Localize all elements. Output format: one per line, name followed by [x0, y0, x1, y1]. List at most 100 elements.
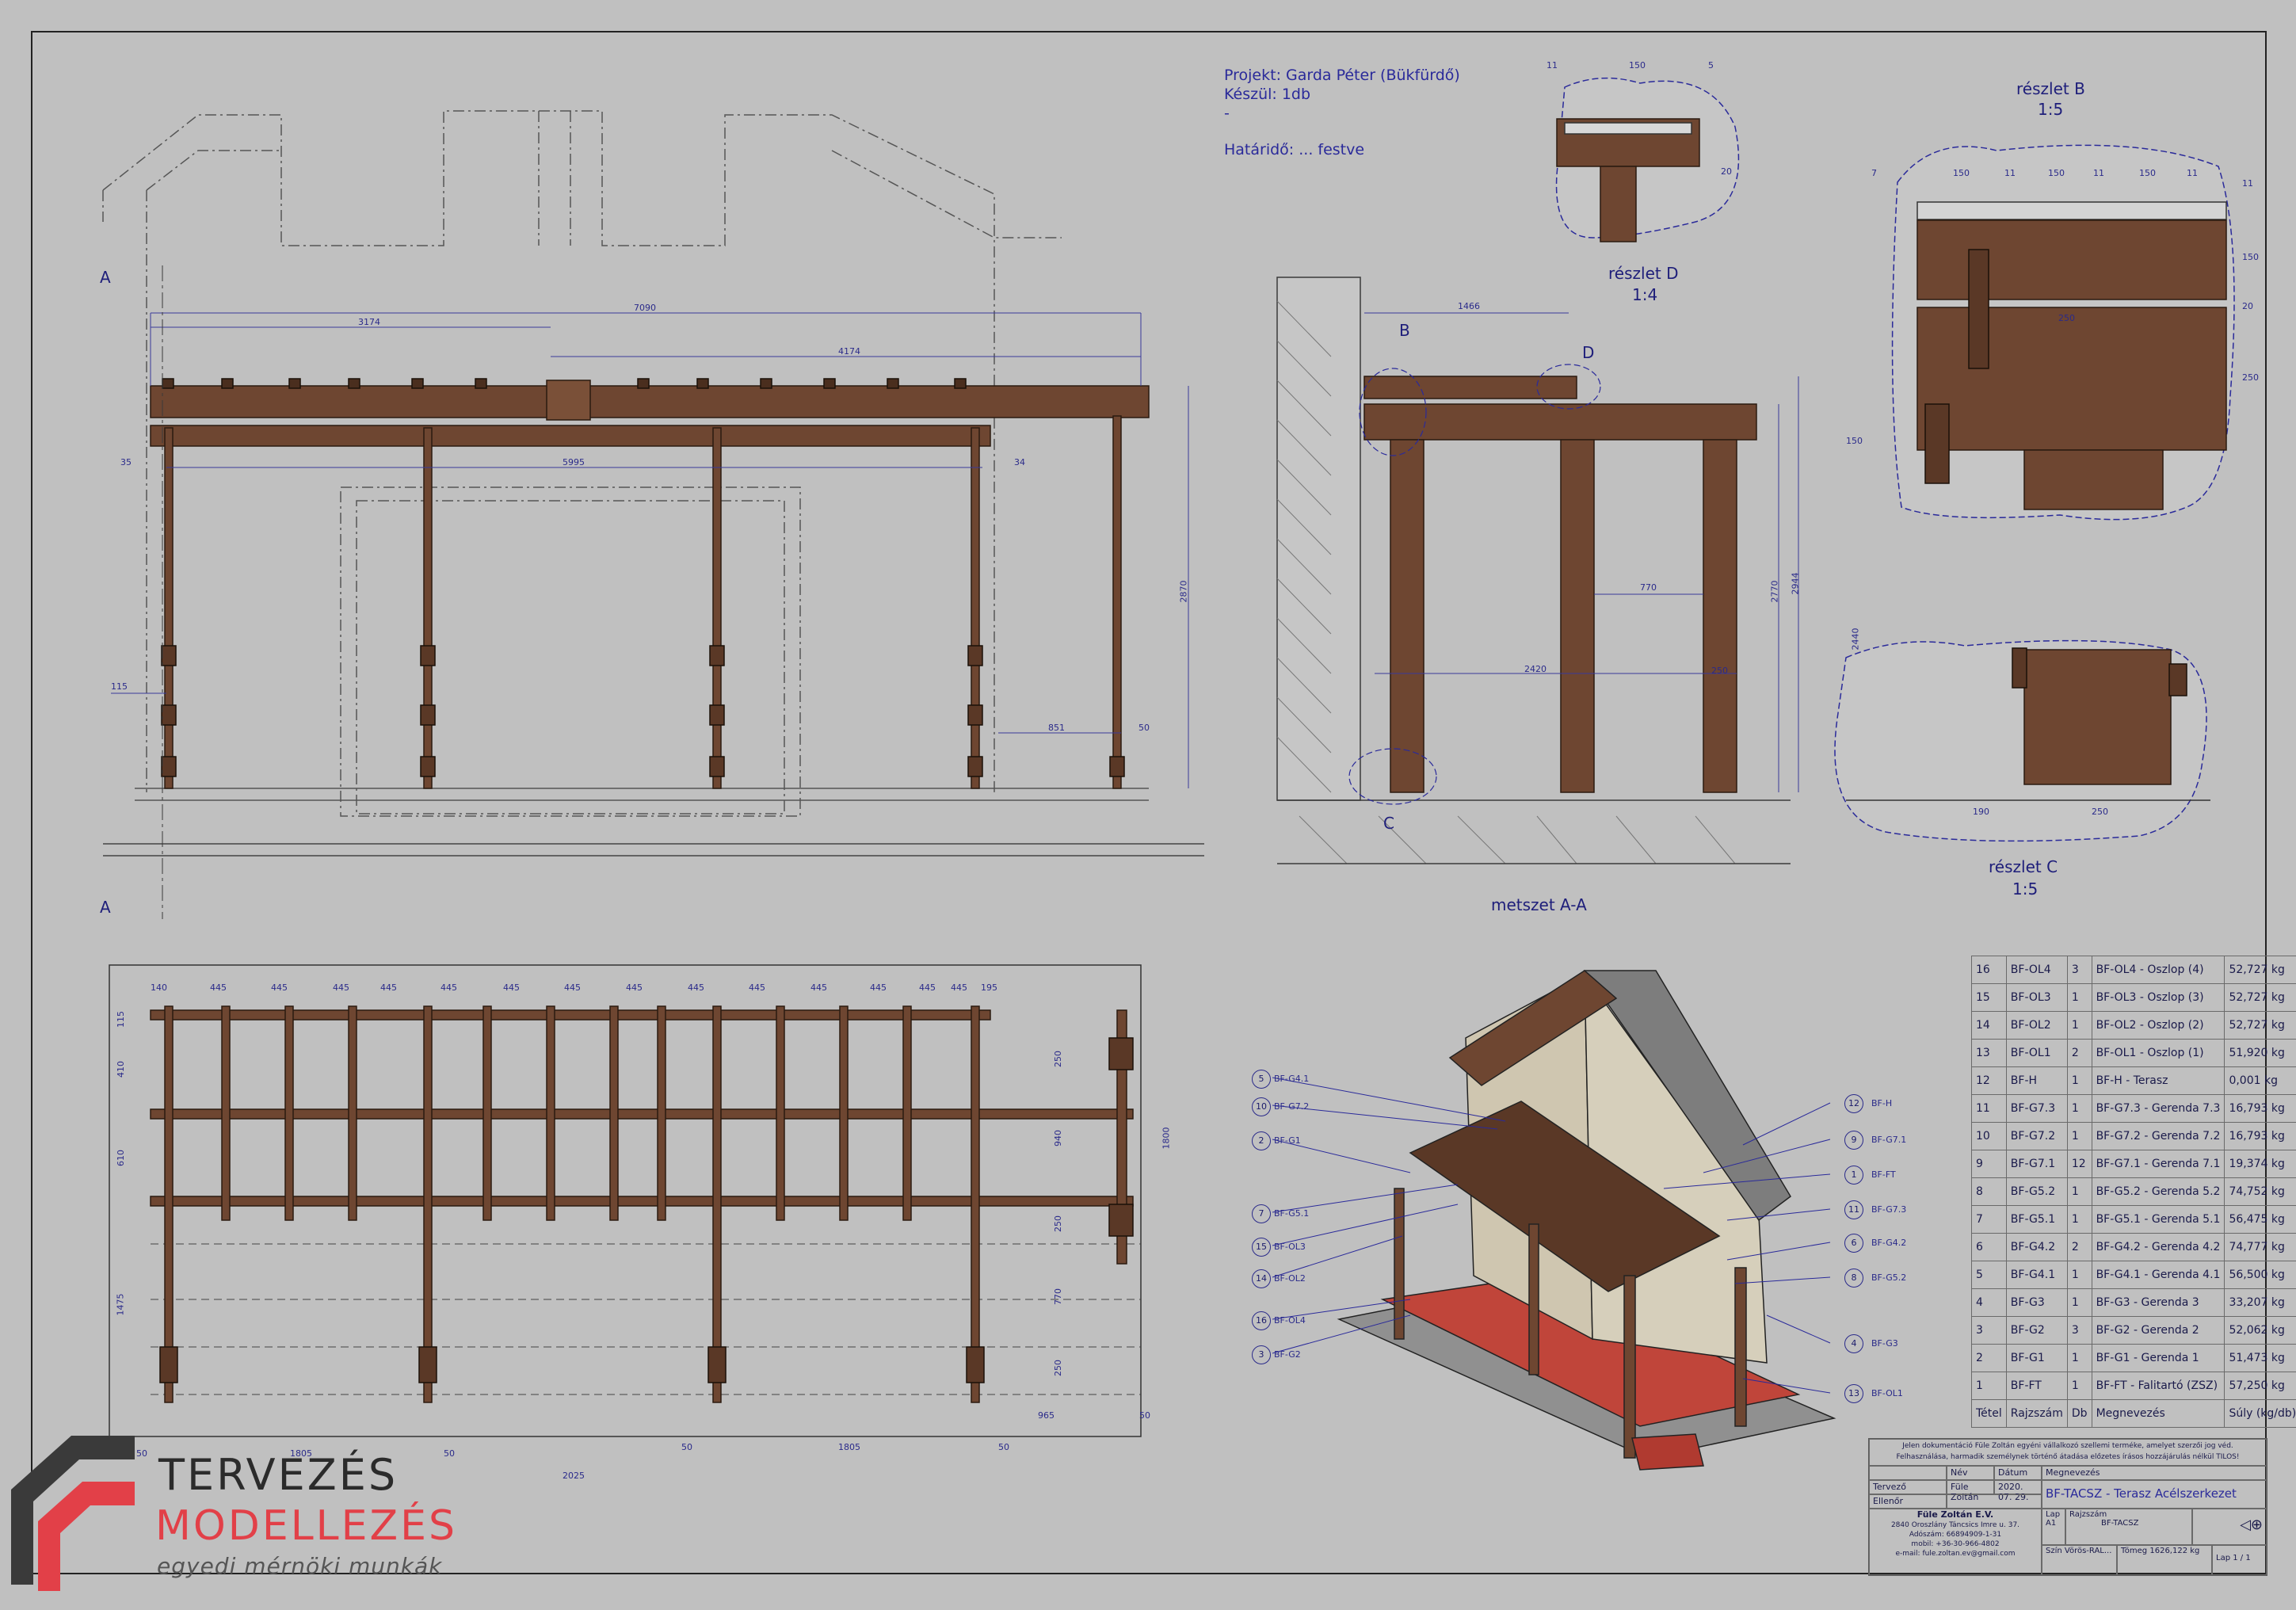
bom-row-cell: 1	[2066, 1177, 2092, 1206]
dim-plan-770: 770	[1053, 1288, 1063, 1305]
company-email: e-mail: fule.zoltan.ev@gmail.com	[1895, 1550, 2016, 1558]
projection-symbol-icon: ◁⊕	[2192, 1509, 2267, 1545]
balloon-5: 5	[1252, 1070, 1271, 1089]
bom-row-cell: 74,777 kg	[2224, 1233, 2296, 1261]
bom-row-cell: BF-G7.2	[2005, 1122, 2068, 1150]
dim-plan-610: 610	[116, 1150, 126, 1166]
dim-plan-115: 115	[116, 1011, 126, 1028]
balloon-4-code: BF-G3	[1871, 1338, 1898, 1349]
header-megnevezes: Megnevezés	[2042, 1466, 2267, 1480]
bom-row-cell: 12	[2066, 1150, 2092, 1178]
dim-plan-445-10: 445	[749, 982, 765, 993]
bom-row-cell: 74,752 kg	[2224, 1177, 2296, 1206]
bom-row: 7 BF-G5.1 1 BF-G5.1 - Gerenda 5.1 56,475 kg	[1971, 1205, 2296, 1234]
balloon-13-code: BF-OL1	[1871, 1388, 1903, 1398]
section-marker-top: A	[100, 268, 111, 287]
bom-row-cell: BF-G5.1	[2005, 1205, 2068, 1234]
dim-plan-965: 965	[1038, 1410, 1055, 1421]
dim-b-250: 250	[2242, 372, 2259, 383]
section-marker-bottom: A	[100, 898, 111, 917]
technical-drawing-sheet	[11, 31, 2267, 1591]
bom-row: 2 BF-G1 1 BF-G1 - Gerenda 1 51,473 kg	[1971, 1344, 2296, 1372]
company-mobile: mobil: +36-30-966-4802	[1911, 1540, 2000, 1548]
bom-row-cell: BF-OL3	[2005, 983, 2068, 1012]
logo-text-modellezes: MODELLEZÉS	[155, 1502, 457, 1550]
balloon-14-code: BF-OL2	[1274, 1273, 1306, 1284]
bom-row-cell: 5	[1971, 1261, 2007, 1289]
bom-row-cell: BF-FT - Falitartó (ZSZ)	[2091, 1372, 2225, 1400]
dim-b-150c: 150	[2139, 168, 2156, 178]
tervezo-date: 2020. 07. 29.	[1994, 1480, 2042, 1502]
dim-front-35: 35	[120, 457, 132, 467]
balloon-15: 15	[1252, 1238, 1271, 1257]
bom-row-cell: 52,727 kg	[2224, 956, 2296, 984]
dim-d-5: 5	[1708, 60, 1714, 71]
balloon-11-code: BF-G7.3	[1871, 1204, 1907, 1215]
bom-header-row-cell: Tétel	[1971, 1399, 2007, 1428]
dim-d-150: 150	[1629, 60, 1646, 71]
bom-row-cell: BF-FT	[2005, 1372, 2068, 1400]
detail-c-title: részlet C	[1989, 857, 2058, 876]
dim-b-250b: 250	[2058, 313, 2075, 323]
bom-row-cell: 2	[1971, 1344, 2007, 1372]
bom-row: 13 BF-OL1 2 BF-OL1 - Oszlop (1) 51,920 kg	[1971, 1039, 2296, 1067]
tervezo-name: Füle Zoltán	[1947, 1480, 1994, 1502]
dim-plan-1800: 1800	[1161, 1127, 1172, 1150]
bom-row: 10 BF-G7.2 1 BF-G7.2 - Gerenda 7.2 16,793 kg	[1971, 1122, 2296, 1150]
label-lap: Lap	[2046, 1510, 2061, 1519]
dim-b-11a: 11	[2004, 168, 2016, 178]
dim-b-150d: 150	[2242, 252, 2259, 262]
bom-row-cell: 1	[2066, 1344, 2092, 1372]
bom-row: 4 BF-G3 1 BF-G3 - Gerenda 3 33,207 kg	[1971, 1288, 2296, 1317]
bom-row-cell: BF-G7.3 - Gerenda 7.3	[2091, 1094, 2225, 1123]
company-name: Füle Zoltán E.V.	[1917, 1509, 1994, 1520]
bom-row-cell: 16,793 kg	[2224, 1122, 2296, 1150]
detail-c-scale: 1:5	[2012, 879, 2039, 898]
bom-row-cell: BF-OL2	[2005, 1011, 2068, 1040]
bom-row: 16 BF-OL4 3 BF-OL4 - Oszlop (4) 52,727 kg	[1971, 956, 2296, 984]
dim-plan-445-2: 445	[271, 982, 288, 993]
dim-plan-50b: 50	[136, 1448, 147, 1459]
row-tervezo: Tervező	[1869, 1480, 1947, 1494]
project-line-3: -	[1224, 105, 1230, 122]
dim-plan-50d: 50	[681, 1442, 692, 1452]
balloon-3: 3	[1252, 1345, 1271, 1364]
dim-front-2870: 2870	[1178, 580, 1189, 603]
dim-plan-445-12: 445	[870, 982, 887, 993]
balloon-6: 6	[1844, 1234, 1863, 1253]
dim-plan-445-5: 445	[441, 982, 457, 993]
empty-cell	[1869, 1466, 1947, 1480]
dim-plan-250a: 250	[1053, 1051, 1063, 1067]
dim-plan-2025: 2025	[563, 1471, 585, 1481]
section-title: metszet A-A	[1491, 895, 1587, 914]
plan-view	[109, 964, 1142, 1437]
copyright-notice-1: Jelen dokumentáció Füle Zoltán egyéni vá…	[1902, 1442, 2233, 1450]
bom-row-cell: 1	[2066, 1066, 2092, 1095]
dim-b-11d: 11	[2242, 178, 2253, 189]
bom-row: 12 BF-H 1 BF-H - Terasz 0,001 kg	[1971, 1066, 2296, 1095]
bom-row-cell: BF-G5.2	[2005, 1177, 2068, 1206]
bom-row-cell: 8	[1971, 1177, 2007, 1206]
dim-b-150a: 150	[1953, 168, 1970, 178]
dim-plan-1475: 1475	[115, 1293, 126, 1316]
bom-row-cell: 3	[2066, 1316, 2092, 1345]
detail-b-view	[1891, 144, 2235, 521]
bom-row-cell: 52,727 kg	[2224, 983, 2296, 1012]
balloon-16-code: BF-OL4	[1274, 1315, 1306, 1326]
bom-row-cell: 3	[1971, 1316, 2007, 1345]
bom-row: 1 BF-FT 1 BF-FT - Falitartó (ZSZ) 57,250 kg	[1971, 1372, 2296, 1400]
dim-plan-50a: 50	[1139, 1410, 1150, 1421]
bom-row-cell: BF-OL4 - Oszlop (4)	[2091, 956, 2225, 984]
bom-row-cell: 2	[2066, 1039, 2092, 1067]
bom-row-cell: 56,500 kg	[2224, 1261, 2296, 1289]
row-ellenor: Ellenőr	[1869, 1494, 1947, 1509]
company-logo-mark	[11, 1436, 135, 1591]
balloon-3-code: BF-G2	[1274, 1349, 1301, 1360]
bom-row-cell: BF-G4.2 - Gerenda 4.2	[2091, 1233, 2225, 1261]
bom-row-cell: BF-G3 - Gerenda 3	[2091, 1288, 2225, 1317]
dim-plan-445-3: 445	[333, 982, 349, 993]
balloon-16: 16	[1252, 1311, 1271, 1330]
dim-front-5995: 5995	[563, 457, 585, 467]
bom-row-cell: BF-G5.1 - Gerenda 5.1	[2091, 1205, 2225, 1234]
dim-plan-195: 195	[981, 982, 997, 993]
